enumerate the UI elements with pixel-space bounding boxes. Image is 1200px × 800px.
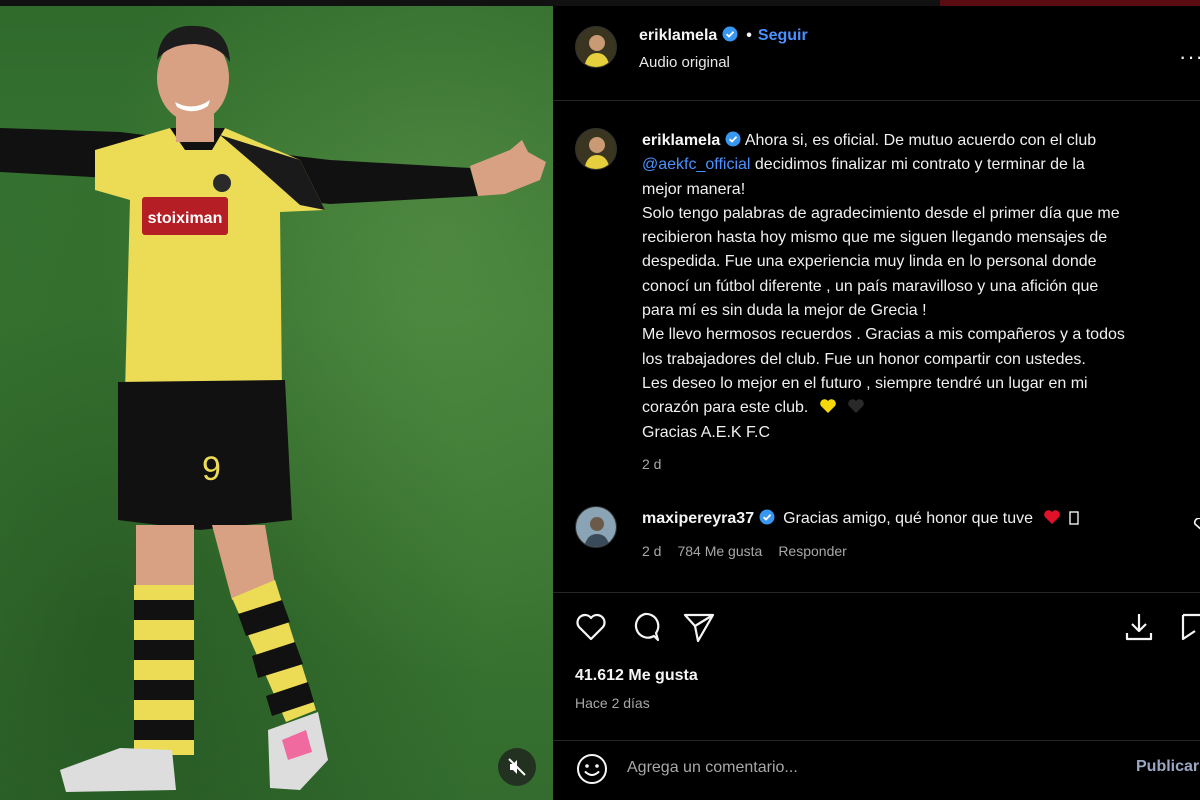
- audio-link[interactable]: Audio original: [639, 54, 730, 71]
- caption-line: eriklamela Ahora si, es oficial. De mutu…: [642, 129, 1200, 153]
- comment-text: Gracias amigo, qué honor que tuve: [783, 510, 1034, 527]
- publish-button[interactable]: Publicar: [1136, 758, 1199, 776]
- verified-badge-icon: [722, 26, 738, 42]
- panel-top-strip: [553, 0, 1200, 6]
- post-side-panel: eriklamela • Seguir Audio original ··· eri…: [553, 0, 1200, 800]
- emoji-icon[interactable]: [575, 752, 609, 786]
- caption-line: @aekfc_official decidimos finalizar mi c…: [642, 153, 1200, 177]
- post-header: eriklamela • Seguir: [639, 26, 808, 45]
- caption-line: mejor manera!: [642, 180, 746, 198]
- comment-bubble-icon[interactable]: [627, 609, 663, 645]
- more-options-icon[interactable]: ···: [1179, 44, 1200, 70]
- follow-button[interactable]: Seguir: [758, 27, 808, 44]
- actions-divider: [553, 592, 1200, 593]
- comment-like-icon[interactable]: [1191, 518, 1200, 532]
- caption-line: despedida. Fue una experiencia muy linda…: [642, 253, 1097, 271]
- caption-line: para mí es sin duda la mejor de Grecia !: [642, 302, 927, 320]
- caption-line: corazón para este club.: [642, 396, 1200, 420]
- caption-line: Solo tengo palabras de agradecimiento de…: [642, 204, 1120, 222]
- share-send-icon[interactable]: [681, 609, 717, 645]
- commenter-username[interactable]: maxipereyra37: [642, 510, 754, 527]
- caption-line: los trabajadores del club. Fue un honor …: [642, 350, 1086, 368]
- avatar-image: [576, 129, 616, 169]
- avatar-image: [576, 27, 616, 67]
- speaker-muted-icon: [508, 758, 526, 776]
- verified-badge-icon: [759, 509, 775, 525]
- save-bookmark-icon[interactable]: [1177, 609, 1200, 645]
- caption-line: Gracias A.E.K F.C: [642, 423, 771, 441]
- download-icon[interactable]: [1121, 609, 1157, 645]
- comment: maxipereyra37 Gracias amigo, qué honor qu…: [642, 509, 1079, 528]
- verified-badge-icon: [725, 131, 741, 147]
- top-accent-bar: [940, 0, 1200, 6]
- mention-link[interactable]: @aekfc_official: [642, 156, 750, 173]
- caption-text: corazón para este club.: [642, 399, 809, 417]
- post-date[interactable]: Hace 2 días: [575, 695, 650, 711]
- yellow-heart-icon: [819, 399, 836, 414]
- separator-dot: •: [746, 27, 752, 44]
- avatar-image: [576, 507, 616, 547]
- comment-likes[interactable]: 784 Me gusta: [677, 543, 762, 559]
- caption-username[interactable]: eriklamela: [642, 132, 720, 149]
- post-actions: [573, 609, 1200, 645]
- comment-input[interactable]: [627, 755, 1107, 781]
- post-caption: eriklamela Ahora si, es oficial. De mutu…: [642, 129, 1200, 445]
- caption-line: conocí un fútbol diferente , un país mar…: [642, 277, 1099, 295]
- post-media[interactable]: stoiximan 9: [0, 0, 553, 800]
- mute-button[interactable]: [498, 748, 536, 786]
- player-photo: stoiximan 9: [0, 25, 546, 792]
- caption-author-avatar[interactable]: [575, 128, 617, 170]
- caption-line: recibieron hasta hoy mismo que me siguen…: [642, 229, 1108, 247]
- red-heart-icon: [1044, 510, 1061, 524]
- caption-line: Me llevo hermosos recuerdos . Gracias a …: [642, 326, 1125, 344]
- caption-timestamp[interactable]: 2 d: [642, 456, 661, 472]
- author-username[interactable]: eriklamela: [639, 27, 717, 44]
- comment-meta: 2 d 784 Me gusta Responder: [642, 543, 863, 559]
- caption-text: Ahora si, es oficial. De mutuo acuerdo c…: [744, 132, 1097, 149]
- caption-line: Les deseo lo mejor en el futuro , siempr…: [642, 374, 1088, 392]
- missing-glyph-icon: [1069, 511, 1079, 525]
- caption-text: decidimos finalizar mi contrato y termin…: [754, 156, 1085, 174]
- commenter-avatar[interactable]: [575, 506, 617, 548]
- like-heart-icon[interactable]: [573, 609, 609, 645]
- svg-text:9: 9: [202, 450, 221, 488]
- likes-count[interactable]: 41.612 Me gusta: [575, 667, 698, 685]
- reply-button[interactable]: Responder: [778, 543, 847, 559]
- author-avatar[interactable]: [575, 26, 617, 68]
- black-heart-icon: [848, 399, 865, 414]
- header-divider: [553, 100, 1200, 101]
- svg-text:stoiximan: stoiximan: [148, 210, 223, 227]
- comment-timestamp[interactable]: 2 d: [642, 543, 661, 559]
- comment-bar: Publicar: [553, 741, 1200, 800]
